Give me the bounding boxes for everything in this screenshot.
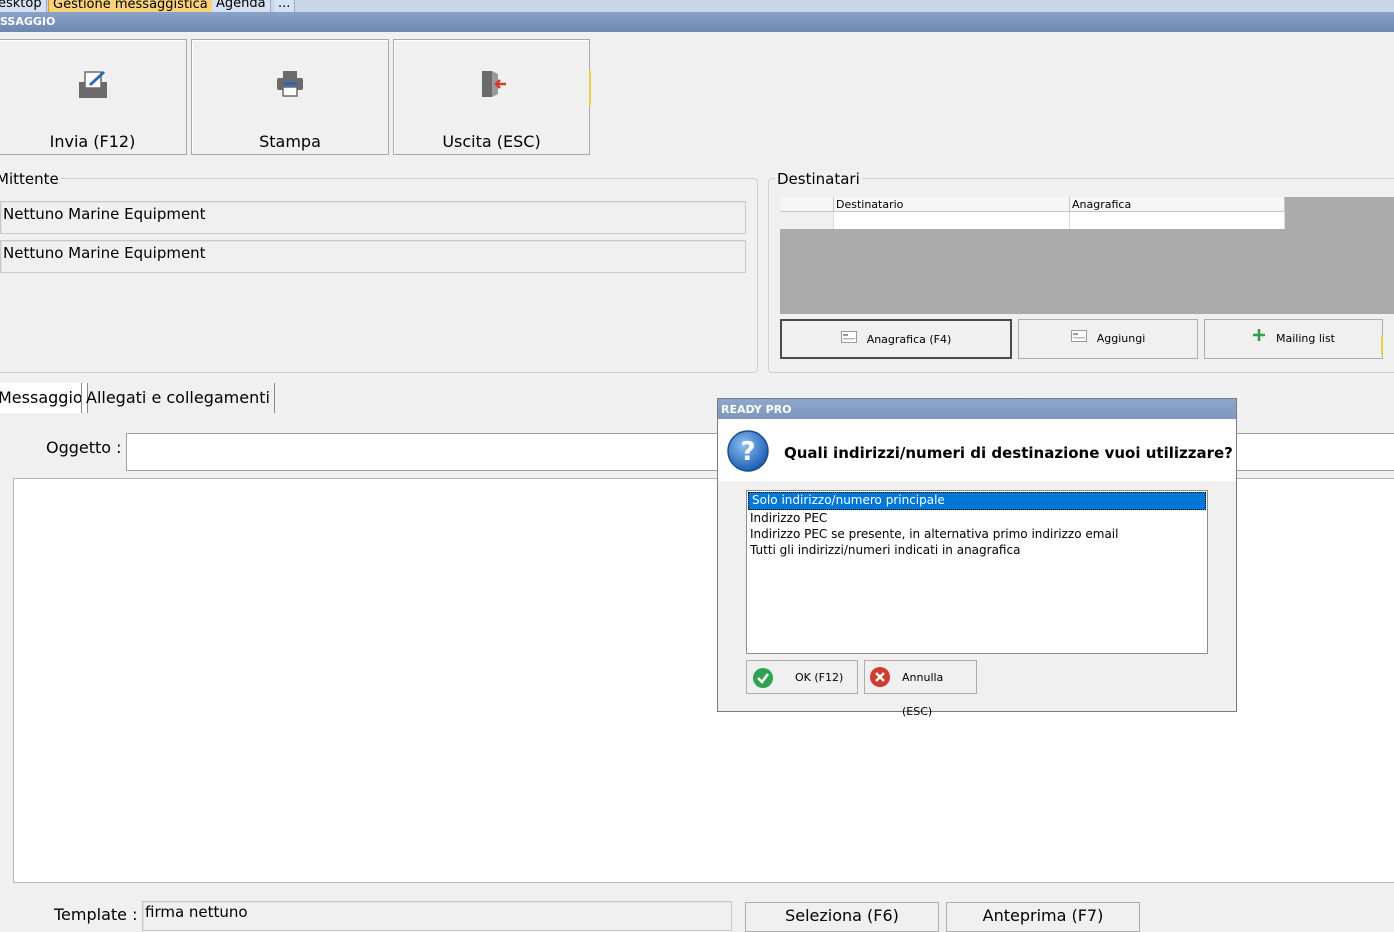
grid-corner [780, 197, 834, 212]
send-button-label: Invia (F12) [49, 132, 136, 151]
send-button[interactable]: Invia (F12) [0, 39, 187, 155]
destination-options-list[interactable]: Solo indirizzo/numero principale Indiriz… [746, 490, 1208, 654]
card-icon [840, 321, 857, 359]
toolbar-separator [589, 70, 591, 106]
check-icon [752, 667, 774, 703]
print-button-label: Stampa [259, 132, 321, 151]
dialog-header: ? Quali indirizzi/numeri di destinazione… [718, 419, 1236, 481]
select-template-button[interactable]: Seleziona (F6) [745, 902, 939, 932]
template-label: Template : [54, 905, 138, 924]
sender-email-field[interactable]: Nettuno Marine Equipment [0, 240, 746, 273]
sender-legend: Mittente [0, 170, 61, 188]
add-button-label: Aggiungi [1096, 332, 1146, 345]
window-title: SSAGGIO [0, 12, 1394, 32]
sender-name-field[interactable]: Nettuno Marine Equipment [0, 201, 746, 234]
option-pec-or-email[interactable]: Indirizzo PEC se presente, in alternativ… [747, 526, 1207, 542]
preview-button[interactable]: Anteprima (F7) [946, 902, 1140, 932]
recipients-grid[interactable]: Destinatario Anagrafica [780, 197, 1394, 314]
mailing-list-button[interactable]: Mailing list [1204, 319, 1383, 359]
template-field[interactable]: firma nettuno [142, 901, 732, 931]
option-tutti[interactable]: Tutti gli indirizzi/numeri indicati in a… [747, 542, 1207, 558]
close-icon [869, 666, 891, 702]
add-button[interactable]: Aggiungi [1018, 319, 1198, 359]
dialog-question: Quali indirizzi/numeri di destinazione v… [784, 444, 1233, 462]
tab-messaggio[interactable]: Messaggio [0, 383, 88, 413]
row-indicator [780, 212, 834, 229]
dialog-title: READY PRO [718, 399, 1236, 419]
tab-allegati[interactable]: Allegati e collegamenti [81, 383, 275, 413]
option-principale[interactable]: Solo indirizzo/numero principale [748, 492, 1206, 510]
tab-more[interactable]: ... [274, 0, 296, 12]
card-icon [1070, 320, 1087, 358]
option-pec[interactable]: Indirizzo PEC [747, 510, 1207, 526]
ok-button-label: OK (F12) [795, 671, 844, 684]
printer-icon [274, 68, 306, 104]
mailing-list-button-label: Mailing list [1275, 332, 1335, 345]
compose-icon [77, 68, 109, 104]
exit-button-label: Uscita (ESC) [442, 132, 541, 151]
exit-button[interactable]: Uscita (ESC) [393, 39, 590, 155]
plus-icon [1252, 320, 1266, 358]
exit-door-icon [476, 68, 508, 104]
recipients-legend: Destinatari [775, 170, 862, 188]
cancel-button-label: Annulla (ESC) [902, 671, 944, 718]
registry-button[interactable]: Anagrafica (F4) [780, 319, 1012, 359]
destination-dialog: READY PRO ? Quali indirizzi/numeri di de… [717, 398, 1237, 718]
document-tab-bar: esktop Gestione messaggistica Agenda ... [0, 0, 1394, 12]
ok-button[interactable]: OK (F12) [746, 660, 858, 694]
subject-label: Oggetto : [46, 438, 122, 457]
svg-text:?: ? [740, 437, 755, 467]
print-button[interactable]: Stampa [191, 39, 389, 155]
tab-agenda[interactable]: Agenda [212, 0, 271, 12]
recipients-separator [1381, 335, 1383, 355]
column-header-anagrafica[interactable]: Anagrafica [1070, 197, 1285, 212]
tab-desktop[interactable]: esktop [0, 0, 47, 12]
grid-cell-anagrafica[interactable] [1070, 212, 1285, 229]
cancel-button[interactable]: Annulla (ESC) [864, 660, 977, 718]
column-header-destinatario[interactable]: Destinatario [834, 197, 1070, 212]
grid-cell-destinatario[interactable] [834, 212, 1070, 229]
tab-gestione-messaggistica[interactable]: Gestione messaggistica [48, 0, 213, 12]
question-icon: ? [726, 429, 770, 477]
registry-button-label: Anagrafica (F4) [866, 333, 952, 346]
